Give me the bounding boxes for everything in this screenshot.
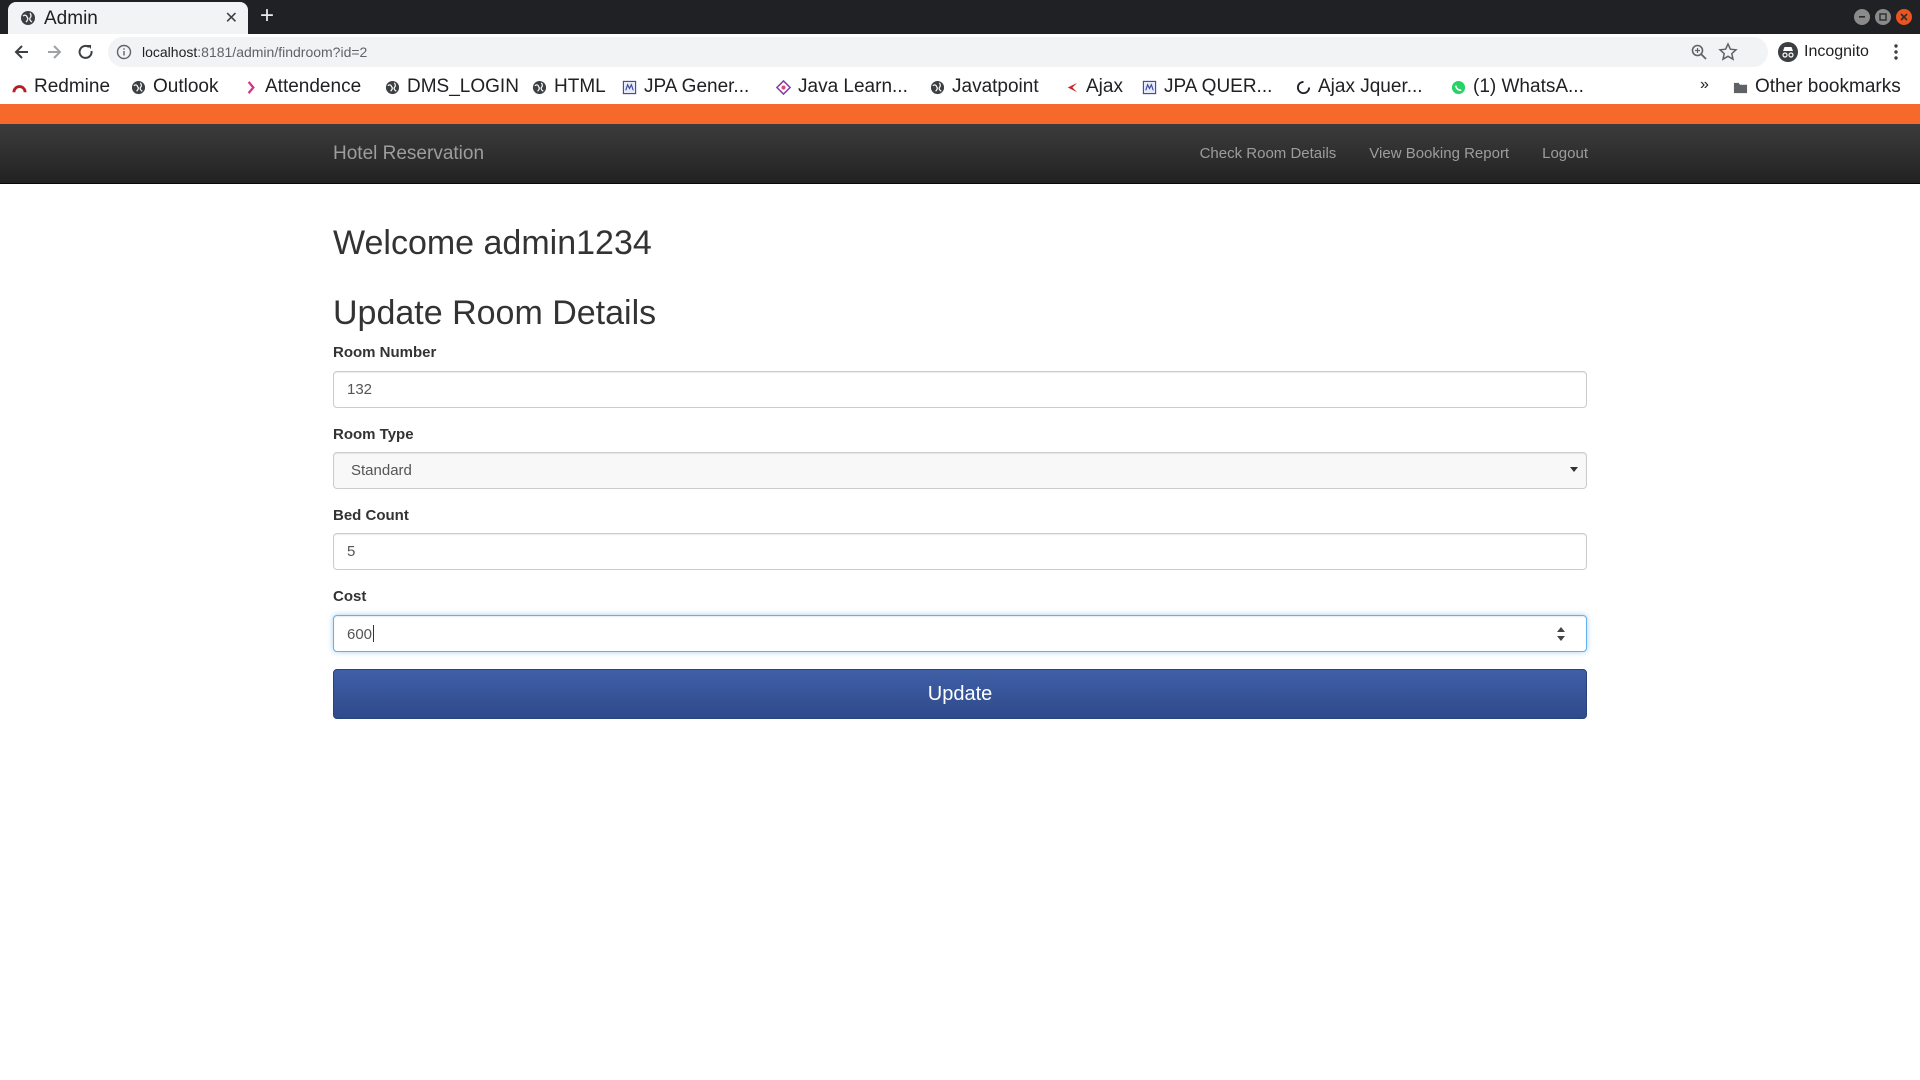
new-tab-button[interactable]: + — [260, 2, 274, 30]
globe-icon — [532, 80, 547, 94]
bookmark-redmine[interactable]: Redmine — [12, 76, 110, 98]
bookmark-star-icon[interactable] — [1718, 42, 1738, 62]
bookmark-jpa-quer[interactable]: JPA QUER... — [1142, 76, 1272, 98]
cost-input[interactable]: 600 — [333, 615, 1587, 652]
redmine-icon — [12, 84, 27, 92]
window-controls — [1854, 9, 1912, 25]
bookmark-jpa-gener[interactable]: JPA Gener... — [622, 76, 749, 98]
bookmark-outlook[interactable]: Outlook — [131, 76, 218, 98]
room-number-input[interactable]: 132 — [333, 371, 1587, 408]
browser-menu-icon[interactable] — [1893, 42, 1899, 62]
incognito-icon — [1778, 42, 1798, 62]
room-type-label: Room Type — [333, 426, 414, 443]
ajax-icon — [1067, 82, 1078, 92]
cost-label: Cost — [333, 588, 367, 605]
browser-tabstrip: Admin ✕ + — [0, 0, 1920, 34]
back-arrow-icon[interactable] — [12, 42, 32, 62]
bed-count-label: Bed Count — [333, 507, 409, 524]
room-number-label: Room Number — [333, 344, 437, 361]
bed-count-input[interactable]: 5 — [333, 533, 1587, 570]
welcome-heading: Welcome admin1234 — [333, 224, 652, 262]
bookmark-dms-login[interactable]: DMS_LOGIN — [385, 76, 519, 98]
nav-check-room-details[interactable]: Check Room Details — [1200, 145, 1337, 162]
brand-link[interactable]: Hotel Reservation — [333, 143, 484, 165]
incognito-badge[interactable]: Incognito — [1772, 38, 1879, 66]
url-text: localhost:8181/admin/findroom?id=2 — [142, 44, 368, 60]
whatsapp-icon — [1451, 80, 1466, 94]
folder-icon — [1733, 82, 1748, 93]
nav-logout[interactable]: Logout — [1542, 145, 1588, 162]
bookmark-html[interactable]: HTML — [532, 76, 606, 98]
bookmark-attendence[interactable]: Attendence — [243, 76, 361, 98]
chevron-down-icon — [1570, 467, 1578, 472]
java-icon — [776, 79, 791, 95]
bookmark-javatpoint[interactable]: Javatpoint — [930, 76, 1039, 98]
info-icon[interactable] — [116, 44, 132, 60]
globe-icon — [131, 80, 146, 94]
other-bookmarks[interactable]: Other bookmarks — [1733, 76, 1901, 98]
page-icon — [622, 80, 637, 94]
app-navbar: Hotel Reservation Check Room Details Vie… — [0, 124, 1920, 184]
globe-icon — [385, 80, 400, 94]
room-type-value: Standard — [351, 462, 412, 479]
address-bar[interactable]: localhost:8181/admin/findroom?id=2 — [108, 37, 1768, 67]
room-number-value: 132 — [347, 381, 373, 398]
browser-tab[interactable]: Admin ✕ — [8, 2, 248, 34]
room-type-select[interactable]: Standard — [333, 452, 1587, 489]
browser-toolbar: localhost:8181/admin/findroom?id=2 Incog… — [0, 34, 1920, 70]
forward-arrow-icon[interactable] — [44, 42, 64, 62]
bookmarks-overflow-icon[interactable]: » — [1700, 76, 1709, 94]
bookmark-ajax[interactable]: Ajax — [1064, 76, 1123, 98]
spinner-icon — [1296, 80, 1311, 94]
nav-links: Check Room Details View Booking Report L… — [1200, 145, 1588, 162]
text-caret — [373, 625, 375, 642]
number-spinner-icon[interactable] — [1556, 626, 1566, 642]
bookmark-whatsapp[interactable]: (1) WhatsA... — [1451, 76, 1584, 98]
incognito-label: Incognito — [1804, 43, 1869, 60]
tab-close-icon[interactable]: ✕ — [225, 8, 238, 28]
zoom-icon[interactable] — [1690, 43, 1708, 61]
form-title: Update Room Details — [333, 294, 657, 332]
cost-value: 600 — [347, 625, 375, 643]
close-window-icon[interactable] — [1896, 9, 1912, 25]
bookmark-java-learn[interactable]: Java Learn... — [776, 76, 908, 98]
nav-view-booking-report[interactable]: View Booking Report — [1369, 145, 1509, 162]
bookmark-ajax-jquer[interactable]: Ajax Jquer... — [1296, 76, 1423, 98]
page-icon — [1142, 80, 1157, 94]
attendence-icon — [247, 80, 255, 94]
maximize-icon[interactable] — [1875, 9, 1891, 25]
globe-icon — [21, 11, 35, 25]
globe-icon — [930, 80, 945, 94]
bed-count-value: 5 — [347, 543, 356, 560]
update-button[interactable]: Update — [333, 669, 1587, 719]
accent-bar — [0, 104, 1920, 124]
bookmarks-bar: Redmine Outlook Attendence DMS_LOGIN HTM… — [0, 70, 1920, 104]
reload-icon[interactable] — [76, 42, 96, 62]
tab-title: Admin — [44, 8, 98, 29]
minimize-icon[interactable] — [1854, 9, 1870, 25]
